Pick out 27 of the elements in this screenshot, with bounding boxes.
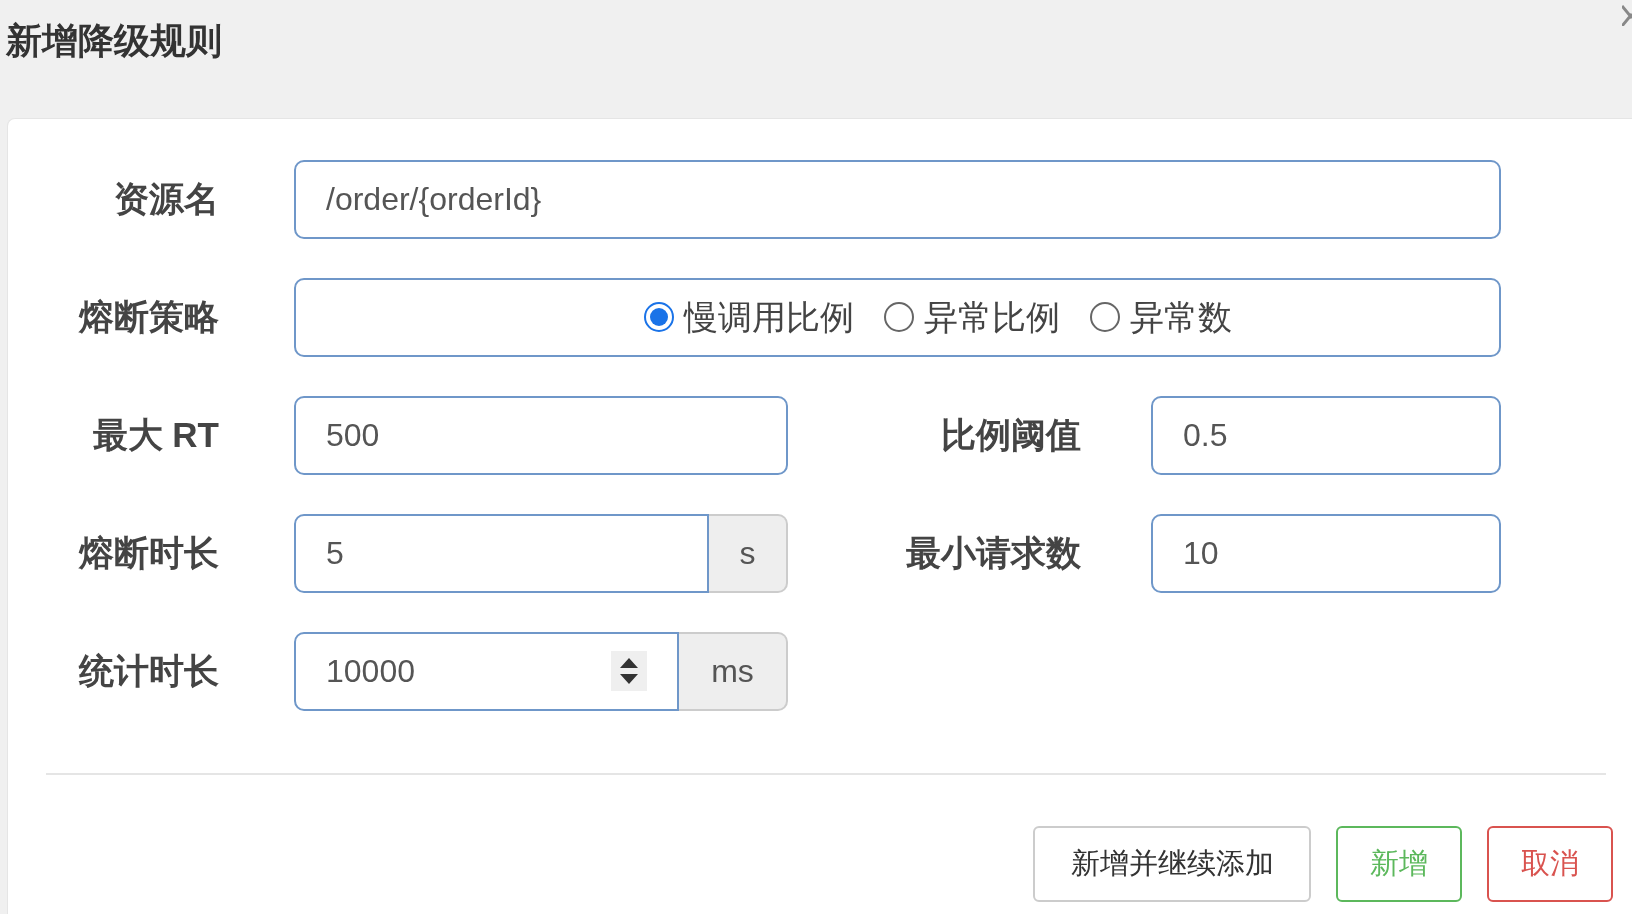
field-label: 熔断时长 [79,531,219,574]
input-field[interactable]: 5 [294,513,709,593]
radio-button[interactable] [643,302,674,332]
field-label: 最大 RT [92,413,219,456]
input-field[interactable]: 10 [1151,513,1501,593]
field-label: 资源名 [114,177,219,220]
input-field[interactable]: 0.5 [1151,395,1501,475]
input-field[interactable]: /order/{orderId} [294,159,1501,239]
radio-option[interactable]: 慢调用比例 [643,291,854,343]
unit-addon: ms [679,631,788,711]
radio-button[interactable] [883,302,914,332]
radio-button[interactable] [1089,302,1120,332]
dialog-button[interactable]: 新增并继续添加 [1033,826,1311,902]
close-icon[interactable] [1622,4,1632,26]
dialog-title: 新增降级规则 [6,19,222,63]
field-label: 比例阈值 [941,413,1081,456]
field-label: 熔断策略 [79,295,219,338]
field-label: 最小请求数 [906,531,1081,574]
unit-addon: s [709,513,788,593]
number-input-field[interactable]: 10000 [294,631,679,711]
input-field[interactable]: 500 [294,395,788,475]
radio-option[interactable]: 异常比例 [883,291,1060,343]
spinner-icon[interactable] [611,651,647,691]
field-label: 统计时长 [79,649,219,692]
radio-option[interactable]: 异常数 [1089,291,1232,343]
input-value: 10000 [326,652,415,691]
dialog-button[interactable]: 取消 [1487,826,1613,902]
